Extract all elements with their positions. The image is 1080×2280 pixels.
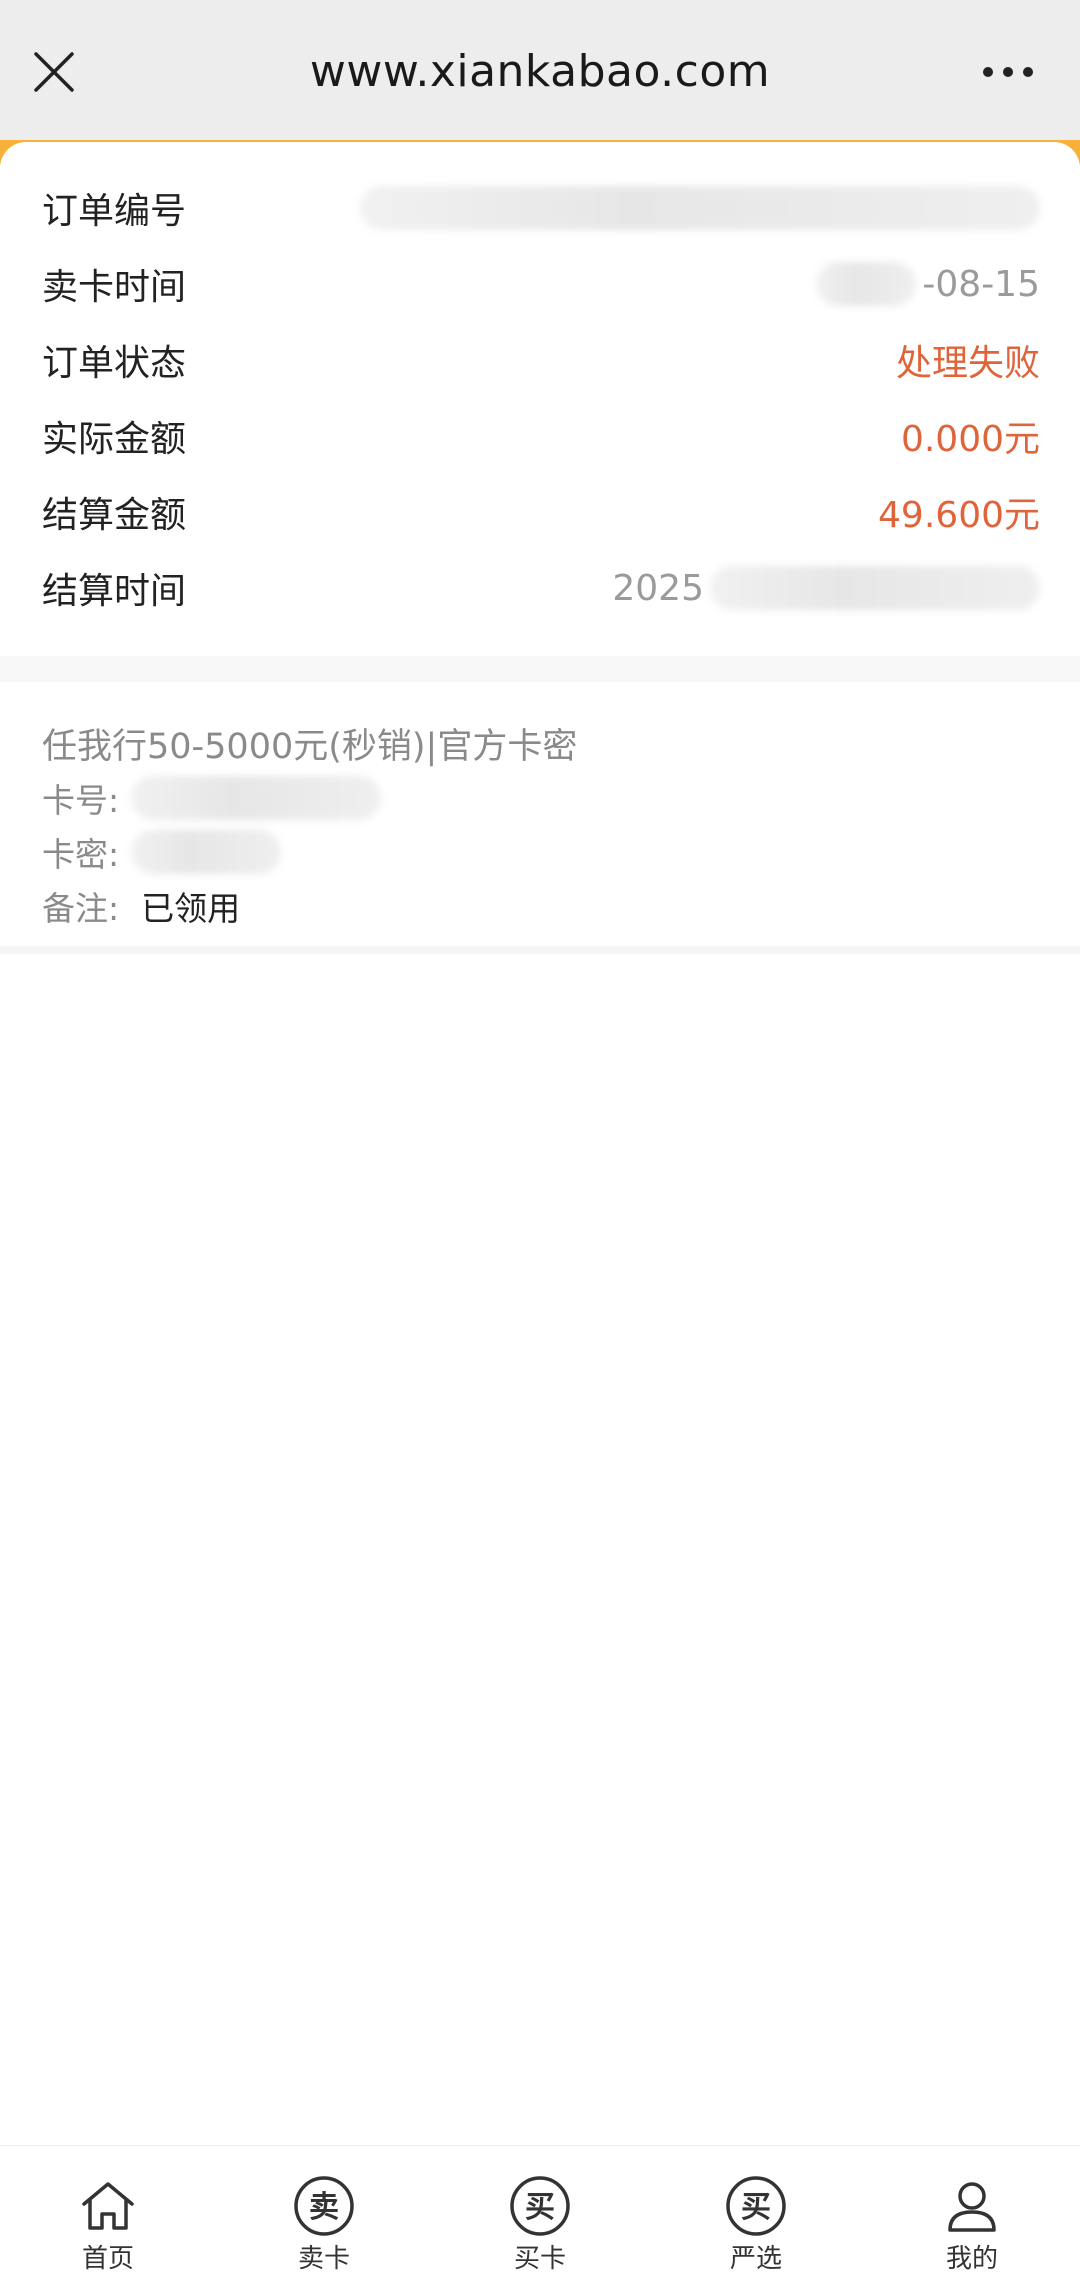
order-row-actual-amount: 实际金额 0.000元 [42, 406, 1040, 466]
remark-label: 备注: [42, 889, 120, 928]
tab-profile[interactable]: 我的 [864, 2146, 1080, 2280]
section-gap [0, 656, 1080, 682]
tab-sell-card[interactable]: 卖 卖卡 [216, 2146, 432, 2280]
card-number-label: 卡号: [42, 781, 120, 820]
actual-amount-value: 0.000元 [900, 419, 1040, 460]
order-row-number: 订单编号 [42, 178, 1040, 238]
tab-buy-card[interactable]: 买 买卡 [432, 2146, 648, 2280]
card-number-blurred [131, 776, 382, 820]
tab-profile-label: 我的 [945, 2244, 998, 2274]
selected-icon: 买 [726, 2176, 786, 2236]
card-password-label: 卡密: [42, 835, 120, 874]
settle-time-label: 结算时间 [42, 571, 187, 612]
svg-text:买: 买 [525, 2190, 555, 2225]
remark-line: 备注: 已领用 [42, 882, 240, 930]
status-label: 订单状态 [42, 343, 187, 384]
settle-amount-label: 结算金额 [42, 495, 187, 536]
actual-amount-label: 实际金额 [42, 419, 187, 460]
svg-text:买: 买 [741, 2190, 771, 2225]
card-number-line: 卡号: [42, 774, 382, 822]
buy-card-icon: 买 [510, 2176, 570, 2236]
order-row-settle-amount: 结算金额 49.600元 [42, 482, 1040, 542]
profile-icon [948, 2182, 996, 2232]
page-url: www.xiankabao.com [309, 46, 771, 97]
tab-selected[interactable]: 买 严选 [648, 2146, 864, 2280]
card-product-title: 任我行50-5000元(秒销)|官方卡密 [42, 727, 578, 767]
status-value: 处理失败 [895, 343, 1040, 384]
svg-text:卖: 卖 [309, 2190, 339, 2225]
remark-value: 已领用 [141, 889, 241, 928]
more-dots-icon[interactable] [980, 62, 1036, 82]
home-icon [82, 2182, 134, 2230]
tab-selected-label: 严选 [729, 2244, 782, 2274]
tab-home-label: 首页 [81, 2244, 134, 2274]
settle-time-value: 2025 [612, 566, 1040, 610]
card-password-line: 卡密: [42, 828, 282, 876]
order-info-card: 订单编号 卖卡时间 -08-15 订单状态 处理失败 实际金额 0.000元 结… [0, 142, 1080, 656]
settle-amount-value: 49.600元 [878, 495, 1040, 536]
browser-top-bar: www.xiankabao.com [0, 0, 1080, 142]
card-password-blurred [131, 830, 282, 874]
tab-buy-card-label: 买卡 [513, 2244, 566, 2274]
card-detail-section: 任我行50-5000元(秒销)|官方卡密 卡号: 卡密: 备注: 已领用 [0, 682, 1080, 954]
sell-time-value: -08-15 [816, 262, 1040, 306]
order-row-status: 订单状态 处理失败 [42, 330, 1040, 390]
tab-sell-card-label: 卖卡 [297, 2244, 350, 2274]
bottom-tab-bar: 首页 卖 卖卡 买 买卡 买 严选 我的 [0, 2145, 1080, 2279]
order-row-settle-time: 结算时间 2025 [42, 558, 1040, 618]
sell-card-icon: 卖 [294, 2176, 354, 2236]
order-row-sell-time: 卖卡时间 -08-15 [42, 254, 1040, 314]
sell-time-label: 卖卡时间 [42, 267, 187, 308]
order-number-blurred [360, 186, 1040, 230]
order-number-label: 订单编号 [42, 191, 187, 232]
tab-home[interactable]: 首页 [0, 2146, 216, 2280]
